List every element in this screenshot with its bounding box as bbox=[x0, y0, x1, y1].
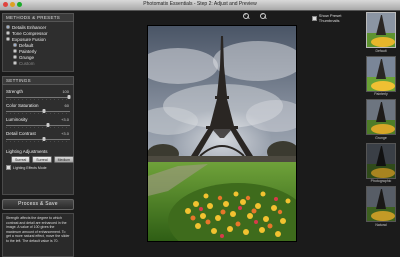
lighting-surreal-alt-button[interactable]: Surreal bbox=[32, 156, 52, 163]
methods-box: Details Enhancer Tone Compressor Exposur… bbox=[2, 22, 74, 72]
help-text: Strength affects the degree to which con… bbox=[2, 213, 74, 257]
thumbnail-image[interactable] bbox=[366, 186, 396, 222]
zoom-in-icon[interactable]: + bbox=[243, 12, 250, 19]
slider-track[interactable] bbox=[6, 111, 70, 112]
slider-ticks bbox=[6, 113, 70, 114]
slider-knob[interactable] bbox=[42, 109, 46, 113]
window-title: Photomatix Essentials - Step 2: Adjust a… bbox=[143, 1, 257, 7]
show-thumbnails-toggle[interactable]: Show Preset Thumbnails bbox=[312, 13, 360, 23]
thumbnail-photo bbox=[367, 143, 395, 178]
slider-track[interactable] bbox=[6, 97, 70, 98]
slider-value: 60 bbox=[64, 103, 69, 108]
luminosity-slider[interactable]: Luminosity +3.0 bbox=[6, 117, 70, 129]
method-label: Tone Compressor bbox=[12, 30, 48, 36]
thumbnail-photo bbox=[367, 100, 395, 134]
thumbnail-image[interactable] bbox=[366, 99, 396, 135]
settings-box: Strength 100 Color Saturation 60 Luminos… bbox=[2, 85, 75, 195]
preset-label: Grunge bbox=[19, 54, 35, 60]
radio-icon[interactable] bbox=[6, 25, 10, 29]
preset-custom: Custom bbox=[6, 60, 70, 66]
thumbnail-natural[interactable]: Natural bbox=[366, 186, 396, 227]
thumbnail-label: Default bbox=[375, 48, 387, 53]
thumbnail-painterly[interactable]: Painterly bbox=[366, 55, 396, 96]
method-label: Exposure Fusion bbox=[12, 36, 46, 42]
show-thumbnails-label: Show Preset Thumbnails bbox=[318, 13, 342, 23]
slider-label: Detail Contrast bbox=[6, 131, 36, 136]
preset-label: Custom bbox=[19, 60, 35, 66]
slider-label: Strength bbox=[6, 89, 24, 94]
radio-icon[interactable] bbox=[13, 55, 17, 59]
thumbnail-photo bbox=[367, 56, 395, 91]
lighting-buttons: Surreal Surreal Medium bbox=[6, 156, 75, 163]
method-label: Details Enhancer bbox=[12, 24, 47, 30]
lighting-medium-button[interactable]: Medium bbox=[53, 156, 75, 163]
slider-ticks bbox=[6, 127, 70, 128]
slider-knob[interactable] bbox=[46, 123, 50, 127]
thumbnail-photographic[interactable]: Photographic bbox=[366, 142, 396, 183]
thumbnail-label: Natural bbox=[375, 222, 387, 227]
thumbnail-image[interactable] bbox=[366, 142, 396, 179]
slider-value: +3.0 bbox=[61, 117, 69, 122]
radio-icon[interactable] bbox=[6, 31, 10, 35]
lighting-adjustments-label: Lighting Adjustments bbox=[6, 149, 48, 154]
color-saturation-slider[interactable]: Color Saturation 60 bbox=[6, 103, 70, 115]
thumbnail-image[interactable] bbox=[366, 55, 396, 92]
lighting-effects-checkbox[interactable] bbox=[6, 165, 11, 170]
lighting-effects-checkbox-row[interactable]: Lighting Effects Mode bbox=[6, 165, 70, 170]
preview-image[interactable] bbox=[147, 25, 297, 242]
lighting-effects-label: Lighting Effects Mode bbox=[13, 165, 47, 170]
slider-ticks bbox=[6, 141, 70, 142]
preview-toolbar: + − Show Preset Thumbnails bbox=[80, 12, 360, 23]
radio-icon[interactable] bbox=[6, 37, 10, 41]
detail-contrast-slider[interactable]: Detail Contrast +3.0 bbox=[6, 131, 70, 143]
thumbnail-label: Grunge bbox=[375, 135, 387, 140]
lighting-surreal-button[interactable]: Surreal bbox=[11, 156, 31, 163]
slider-ticks bbox=[6, 99, 70, 100]
eiffel-tower-photo bbox=[148, 26, 296, 241]
preset-thumbnails: Default Painterly Grunge Photographic Na… bbox=[366, 12, 396, 230]
minus-sign: − bbox=[260, 12, 264, 18]
thumbnail-photo bbox=[367, 13, 395, 47]
thumbnail-label: Painterly bbox=[374, 92, 388, 96]
thumbnail-photo bbox=[367, 187, 395, 221]
slider-track[interactable] bbox=[6, 125, 70, 126]
strength-slider[interactable]: Strength 100 bbox=[6, 89, 71, 101]
slider-knob[interactable] bbox=[42, 137, 46, 141]
radio-icon[interactable] bbox=[13, 49, 17, 53]
radio-icon[interactable] bbox=[13, 43, 17, 47]
process-save-button[interactable]: Process & Save bbox=[2, 199, 74, 210]
slider-knob[interactable] bbox=[67, 95, 71, 99]
preset-label: Default bbox=[19, 42, 34, 48]
zoom-out-icon[interactable]: − bbox=[260, 12, 267, 19]
thumbnail-image[interactable] bbox=[366, 12, 396, 48]
left-panel: METHODS & PRESETS Details Enhancer Tone … bbox=[2, 13, 75, 257]
thumbnail-default[interactable]: Default bbox=[366, 12, 396, 53]
thumbnail-label: Photographic bbox=[370, 179, 392, 183]
slider-value: +3.0 bbox=[61, 131, 69, 136]
show-thumbnails-checkbox[interactable] bbox=[312, 15, 317, 21]
slider-label: Luminosity bbox=[6, 117, 28, 122]
preset-label: Painterly bbox=[19, 48, 37, 54]
methods-heading: METHODS & PRESETS bbox=[2, 13, 74, 22]
window-titlebar: Photomatix Essentials - Step 2: Adjust a… bbox=[0, 0, 400, 11]
slider-track[interactable] bbox=[6, 139, 70, 140]
thumbnail-grunge[interactable]: Grunge bbox=[366, 99, 396, 140]
slider-label: Color Saturation bbox=[6, 103, 39, 108]
slider-value: 100 bbox=[62, 89, 69, 94]
radio-icon bbox=[13, 61, 17, 65]
plus-sign: + bbox=[243, 12, 247, 18]
settings-heading: SETTINGS bbox=[2, 76, 74, 85]
